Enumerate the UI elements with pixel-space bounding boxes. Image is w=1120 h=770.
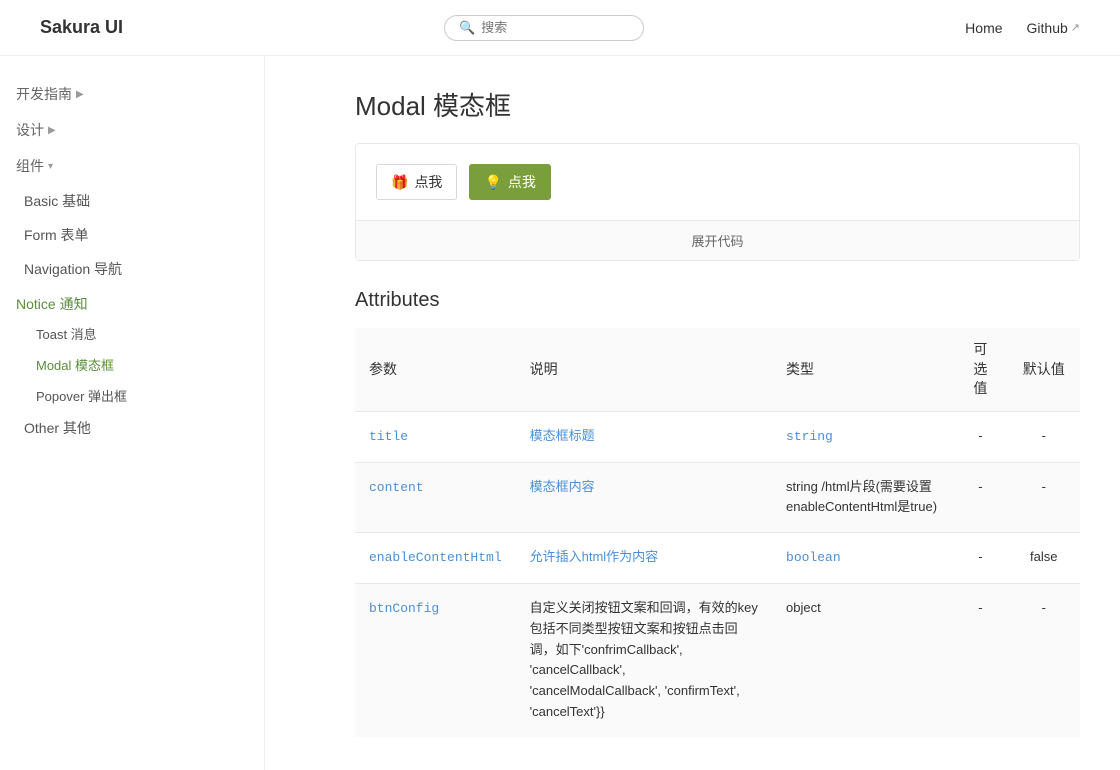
th-optional: 可选值 bbox=[953, 328, 1007, 411]
header: Sakura UI 🔍 Home Github ↗ bbox=[0, 0, 1120, 56]
expand-code-button[interactable]: 展开代码 bbox=[356, 220, 1079, 260]
th-desc: 说明 bbox=[516, 328, 772, 411]
sidebar-sub-item-popover[interactable]: Popover 弹出框 bbox=[0, 380, 264, 411]
th-param: 参数 bbox=[355, 328, 516, 411]
th-type: 类型 bbox=[772, 328, 953, 411]
param-enableContentHtml: enableContentHtml bbox=[355, 533, 516, 584]
default-enableContentHtml: false bbox=[1008, 533, 1080, 584]
table-row: enableContentHtml 允许插入html作为内容 boolean -… bbox=[355, 533, 1080, 584]
table-header-row: 参数 说明 类型 可选值 默认值 bbox=[355, 328, 1080, 411]
attributes-title: Attributes bbox=[355, 289, 1080, 312]
optional-enableContentHtml: - bbox=[953, 533, 1007, 584]
param-content: content bbox=[355, 462, 516, 533]
type-enableContentHtml: boolean bbox=[772, 533, 953, 584]
layout: 开发指南 ▶ 设计 ▶ 组件 ▾ Basic 基础 Form 表单 Naviga… bbox=[0, 56, 1120, 770]
sidebar-item-navigation[interactable]: Navigation 导航 bbox=[0, 252, 264, 286]
type-title: string bbox=[772, 411, 953, 462]
nav-github[interactable]: Github ↗ bbox=[1027, 20, 1080, 36]
attributes-table: 参数 说明 类型 可选值 默认值 title 模态框标题 bbox=[355, 328, 1080, 737]
bulb-icon: 💡 bbox=[484, 174, 501, 191]
table-row: title 模态框标题 string - - bbox=[355, 411, 1080, 462]
optional-content: - bbox=[953, 462, 1007, 533]
nav-home[interactable]: Home bbox=[965, 20, 1002, 36]
th-default: 默认值 bbox=[1008, 328, 1080, 411]
desc-title: 模态框标题 bbox=[516, 411, 772, 462]
default-content: - bbox=[1008, 462, 1080, 533]
type-content: string /html片段(需要设置enableContentHtml是tru… bbox=[772, 462, 953, 533]
default-title: - bbox=[1008, 411, 1080, 462]
sidebar-group-design[interactable]: 设计 ▶ bbox=[0, 112, 264, 148]
content-area: Modal 模态框 🎁 点我 💡 点我 展开代码 bbox=[265, 56, 1120, 770]
sidebar-item-notice[interactable]: Notice 通知 bbox=[0, 286, 264, 318]
chevron-down-icon: ▾ bbox=[48, 161, 53, 172]
gift-icon: 🎁 bbox=[391, 174, 408, 191]
sidebar-item-basic[interactable]: Basic 基础 bbox=[0, 184, 264, 218]
demo-btn-default[interactable]: 🎁 点我 bbox=[376, 164, 457, 200]
search-icon: 🔍 bbox=[459, 20, 475, 36]
demo-btn-primary[interactable]: 💡 点我 bbox=[469, 164, 550, 200]
sidebar-item-form[interactable]: Form 表单 bbox=[0, 218, 264, 252]
search-input[interactable] bbox=[481, 20, 629, 35]
header-nav: Home Github ↗ bbox=[965, 20, 1080, 36]
main-content: Modal 模态框 🎁 点我 💡 点我 展开代码 bbox=[265, 56, 1120, 770]
sidebar-item-other[interactable]: Other 其他 bbox=[0, 411, 264, 445]
chevron-right-icon: ▶ bbox=[76, 89, 84, 100]
demo-preview: 🎁 点我 💡 点我 bbox=[356, 144, 1079, 220]
desc-content: 模态框内容 bbox=[516, 462, 772, 533]
sidebar: 开发指南 ▶ 设计 ▶ 组件 ▾ Basic 基础 Form 表单 Naviga… bbox=[0, 56, 265, 770]
param-title: title bbox=[355, 411, 516, 462]
sidebar-group-guide[interactable]: 开发指南 ▶ bbox=[0, 76, 264, 112]
demo-box: 🎁 点我 💡 点我 展开代码 bbox=[355, 143, 1080, 261]
external-link-icon: ↗ bbox=[1071, 21, 1080, 34]
desc-enableContentHtml: 允许插入html作为内容 bbox=[516, 533, 772, 584]
page-title: Modal 模态框 bbox=[355, 86, 1080, 123]
logo: Sakura UI bbox=[40, 17, 123, 38]
search-box[interactable]: 🔍 bbox=[444, 15, 644, 41]
sidebar-sub-item-modal[interactable]: Modal 模态框 bbox=[0, 349, 264, 380]
sidebar-sub-item-toast[interactable]: Toast 消息 bbox=[0, 318, 264, 349]
table-row: content 模态框内容 string /html片段(需要设置enableC… bbox=[355, 462, 1080, 533]
optional-title: - bbox=[953, 411, 1007, 462]
chevron-right-icon: ▶ bbox=[48, 125, 56, 136]
sidebar-group-components[interactable]: 组件 ▾ bbox=[0, 148, 264, 184]
